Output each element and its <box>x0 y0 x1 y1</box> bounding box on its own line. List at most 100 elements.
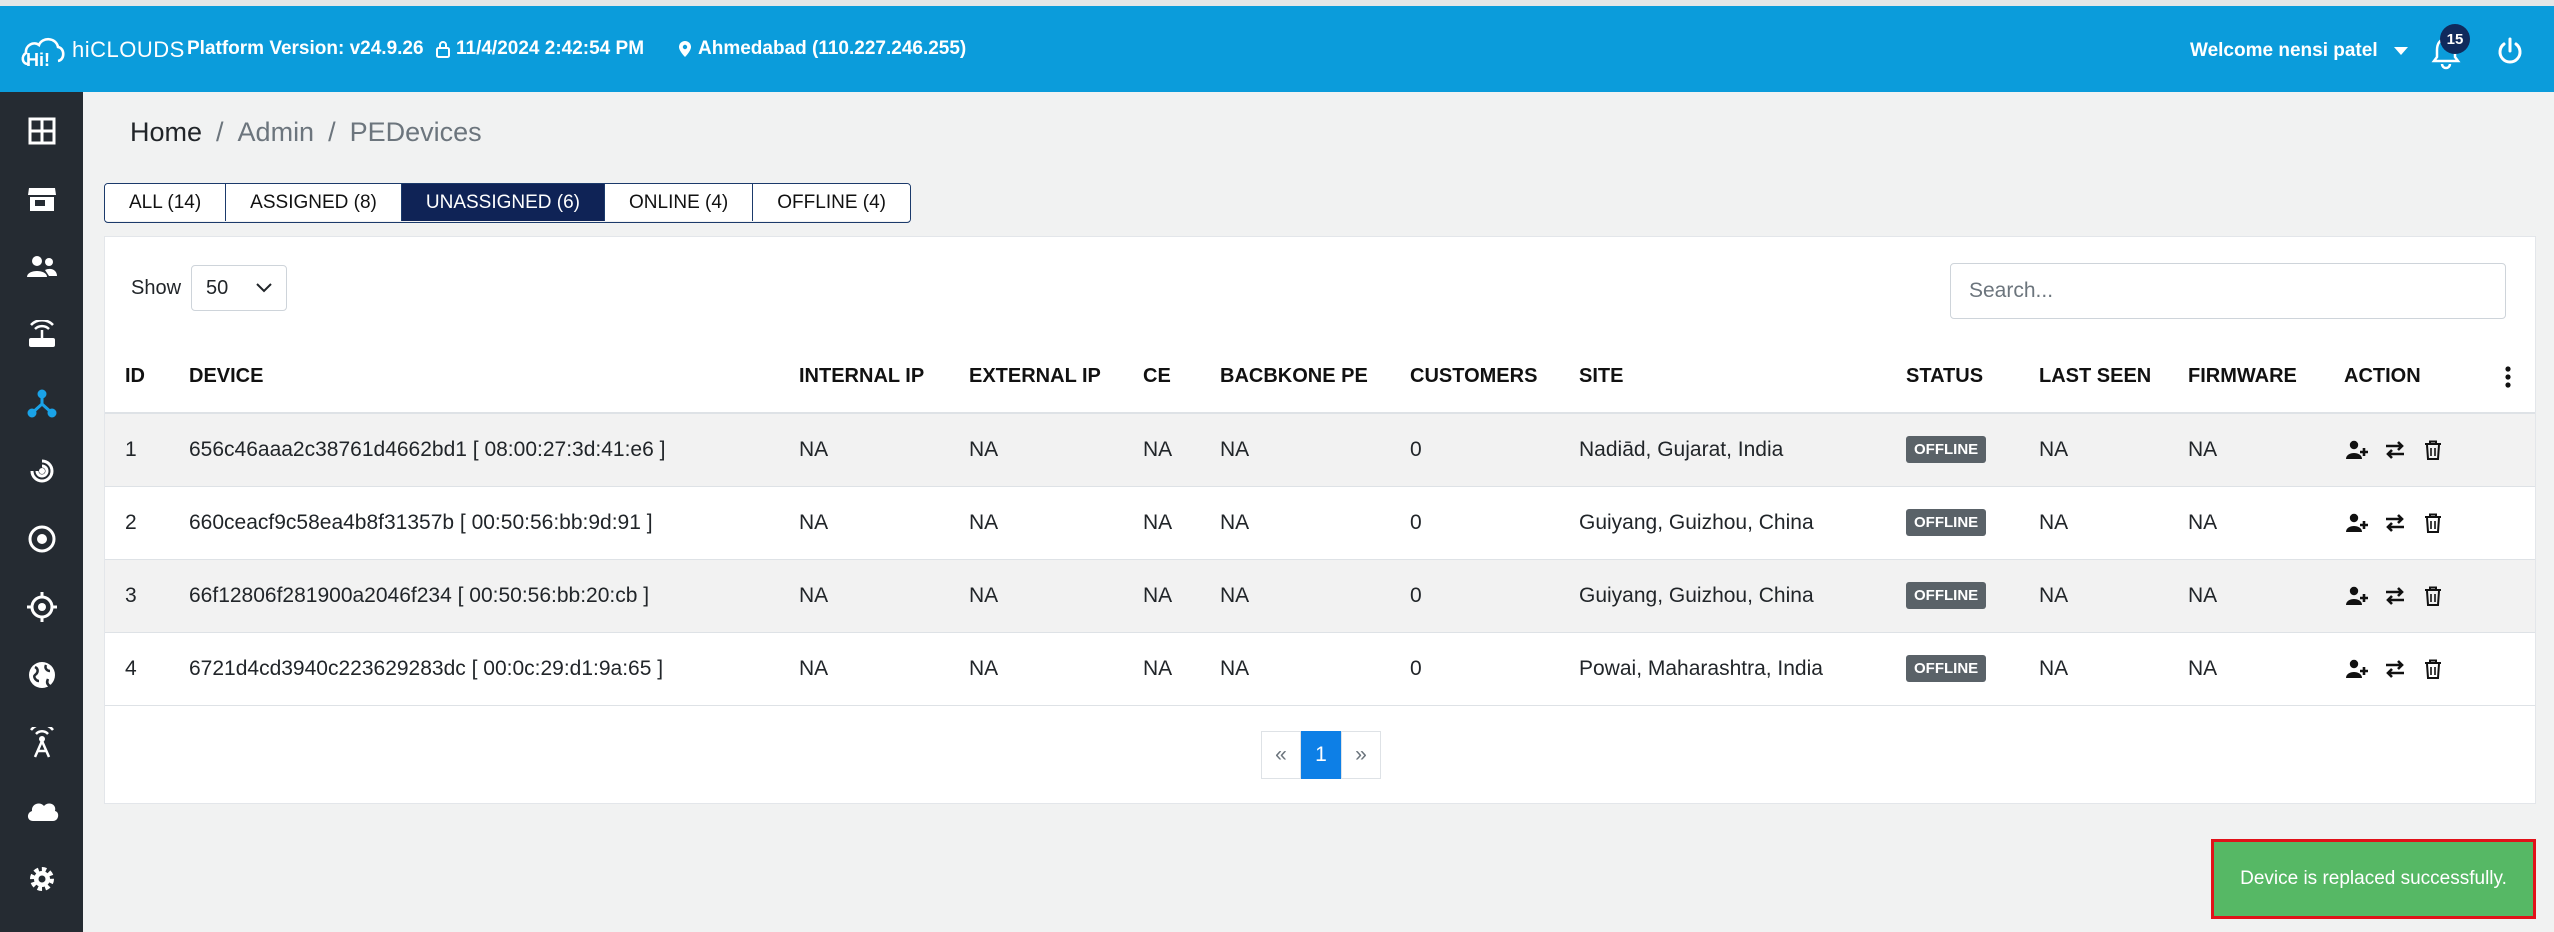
table-header-row: ID DEVICE INTERNAL IP EXTERNAL IP CE BAC… <box>105 341 2535 414</box>
status-badge: OFFLINE <box>1906 582 1987 609</box>
sidebar-item-dashboard[interactable] <box>0 97 83 165</box>
sidebar-item-globe[interactable] <box>0 641 83 709</box>
breadcrumb-home[interactable]: Home <box>130 117 202 148</box>
pagination-page[interactable]: 1 <box>1301 731 1341 779</box>
router-icon <box>28 320 55 347</box>
cell-last-seen: NA <box>2019 486 2168 560</box>
table-row[interactable]: 2 660ceacf9c58ea4b8f31357b [ 00:50:56:bb:… <box>105 486 2535 560</box>
replace-device-icon[interactable] <box>2382 510 2408 536</box>
cell-status: OFFLINE <box>1886 486 2019 560</box>
breadcrumb-admin[interactable]: Admin <box>238 117 315 148</box>
column-header-status[interactable]: STATUS <box>1886 341 2019 414</box>
antenna-icon <box>29 727 54 758</box>
column-header-action: ACTION <box>2324 341 2535 414</box>
devices-table: ID DEVICE INTERNAL IP EXTERNAL IP CE BAC… <box>105 341 2535 706</box>
sidebar-item-store[interactable] <box>0 165 83 233</box>
caret-down-icon <box>2393 47 2408 55</box>
user-menu[interactable]: Welcome nensi patel <box>2190 40 2408 62</box>
cell-status: OFFLINE <box>1886 413 2019 487</box>
cell-site: Powai, Maharashtra, India <box>1559 632 1886 706</box>
tab-online[interactable]: ONLINE (4) <box>605 184 754 221</box>
tab-unassigned[interactable]: UNASSIGNED (6) <box>401 184 606 221</box>
settings-icon <box>29 867 54 891</box>
column-header-firmware[interactable]: FIRMWARE <box>2168 341 2324 414</box>
cell-firmware: NA <box>2168 486 2324 560</box>
assign-user-icon[interactable] <box>2344 437 2370 463</box>
replace-device-icon[interactable] <box>2382 656 2408 682</box>
devices-card: Show 50 ID DEVICE INTERNAL IP EXTERNAL I… <box>104 236 2536 804</box>
delete-icon[interactable] <box>2420 437 2446 463</box>
tab-all[interactable]: ALL (14) <box>105 184 227 221</box>
cell-customers: 0 <box>1390 486 1559 560</box>
delete-icon[interactable] <box>2420 510 2446 536</box>
cell-internal-ip: NA <box>779 632 949 706</box>
cell-site: Guiyang, Guizhou, China <box>1559 559 1886 633</box>
column-header-device[interactable]: DEVICE <box>169 341 779 414</box>
column-header-backbone-pe[interactable]: BACBKONE PE <box>1200 341 1390 414</box>
page-size-select[interactable]: 50 <box>191 265 288 311</box>
pagination-next[interactable]: » <box>1341 731 1381 779</box>
pagination-prev[interactable]: « <box>1261 731 1301 779</box>
sidebar-item-users[interactable] <box>0 233 83 301</box>
cell-backbone-pe: NA <box>1200 486 1390 560</box>
assign-user-icon[interactable] <box>2344 510 2370 536</box>
replace-device-icon[interactable] <box>2382 437 2408 463</box>
dashboard-grid-icon <box>28 117 55 145</box>
cell-backbone-pe: NA <box>1200 632 1390 706</box>
delete-icon[interactable] <box>2420 656 2446 682</box>
cell-external-ip: NA <box>949 413 1123 487</box>
delete-icon[interactable] <box>2420 583 2446 609</box>
column-header-ce[interactable]: CE <box>1123 341 1200 414</box>
column-header-external-ip[interactable]: EXTERNAL IP <box>949 341 1123 414</box>
cell-external-ip: NA <box>949 632 1123 706</box>
device-filter-tabs: ALL (14) ASSIGNED (8) UNASSIGNED (6) ONL… <box>104 183 911 223</box>
column-header-id[interactable]: ID <box>105 341 169 414</box>
assign-user-icon[interactable] <box>2344 656 2370 682</box>
cell-customers: 0 <box>1390 559 1559 633</box>
sidebar-item-target[interactable] <box>0 505 83 573</box>
cell-device: 66f12806f281900a2046f234 [ 00:50:56:bb:2… <box>169 559 779 633</box>
column-header-customers[interactable]: CUSTOMERS <box>1390 341 1559 414</box>
session-datetime: 11/4/2024 2:42:54 PM <box>436 38 644 60</box>
sidebar-item-pe-devices[interactable] <box>0 369 83 437</box>
tab-assigned[interactable]: ASSIGNED (8) <box>226 184 402 221</box>
table-row[interactable]: 3 66f12806f281900a2046f234 [ 00:50:56:bb:… <box>105 559 2535 633</box>
table-row[interactable]: 1 656c46aaa2c38761d4662bd1 [ 08:00:27:3d:… <box>105 413 2535 487</box>
power-icon[interactable] <box>2494 36 2526 68</box>
cell-action <box>2324 559 2535 633</box>
sidebar-item-settings[interactable] <box>0 845 83 913</box>
search-input[interactable] <box>1950 263 2506 319</box>
hiclouds-logo[interactable]: Hi! hiCLOUDS <box>20 28 185 72</box>
column-header-site[interactable]: SITE <box>1559 341 1886 414</box>
cell-last-seen: NA <box>2019 632 2168 706</box>
lock-icon <box>436 41 450 58</box>
sidebar-item-router[interactable] <box>0 301 83 369</box>
store-icon <box>27 188 56 211</box>
cell-action <box>2324 486 2535 560</box>
column-options-icon[interactable] <box>2505 365 2511 389</box>
logo-text: hiCLOUDS <box>72 37 185 62</box>
sidebar-item-cloud[interactable] <box>0 777 83 845</box>
column-header-internal-ip[interactable]: INTERNAL IP <box>779 341 949 414</box>
cell-status: OFFLINE <box>1886 559 2019 633</box>
cell-action <box>2324 413 2535 487</box>
sidebar <box>0 92 83 932</box>
cell-id: 2 <box>105 486 169 560</box>
table-row[interactable]: 4 6721d4cd3940c223629283dc [ 00:0c:29:d1:… <box>105 632 2535 706</box>
sidebar-item-signal[interactable] <box>0 437 83 505</box>
cell-site: Guiyang, Guizhou, China <box>1559 486 1886 560</box>
cell-customers: 0 <box>1390 413 1559 487</box>
cell-external-ip: NA <box>949 486 1123 560</box>
assign-user-icon[interactable] <box>2344 583 2370 609</box>
replace-device-icon[interactable] <box>2382 583 2408 609</box>
success-toast[interactable]: Device is replaced successfully. <box>2211 839 2536 919</box>
sidebar-item-crosshair[interactable] <box>0 573 83 641</box>
sidebar-item-antenna[interactable] <box>0 709 83 777</box>
svg-text:Hi!: Hi! <box>26 50 50 70</box>
breadcrumb: Home / Admin / PEDevices <box>130 117 482 148</box>
status-badge: OFFLINE <box>1906 509 1987 536</box>
column-header-last-seen[interactable]: LAST SEEN <box>2019 341 2168 414</box>
page-size-control: Show 50 <box>131 265 288 311</box>
tab-offline[interactable]: OFFLINE (4) <box>753 184 910 221</box>
platform-version: Platform Version: v24.9.26 <box>187 38 424 59</box>
